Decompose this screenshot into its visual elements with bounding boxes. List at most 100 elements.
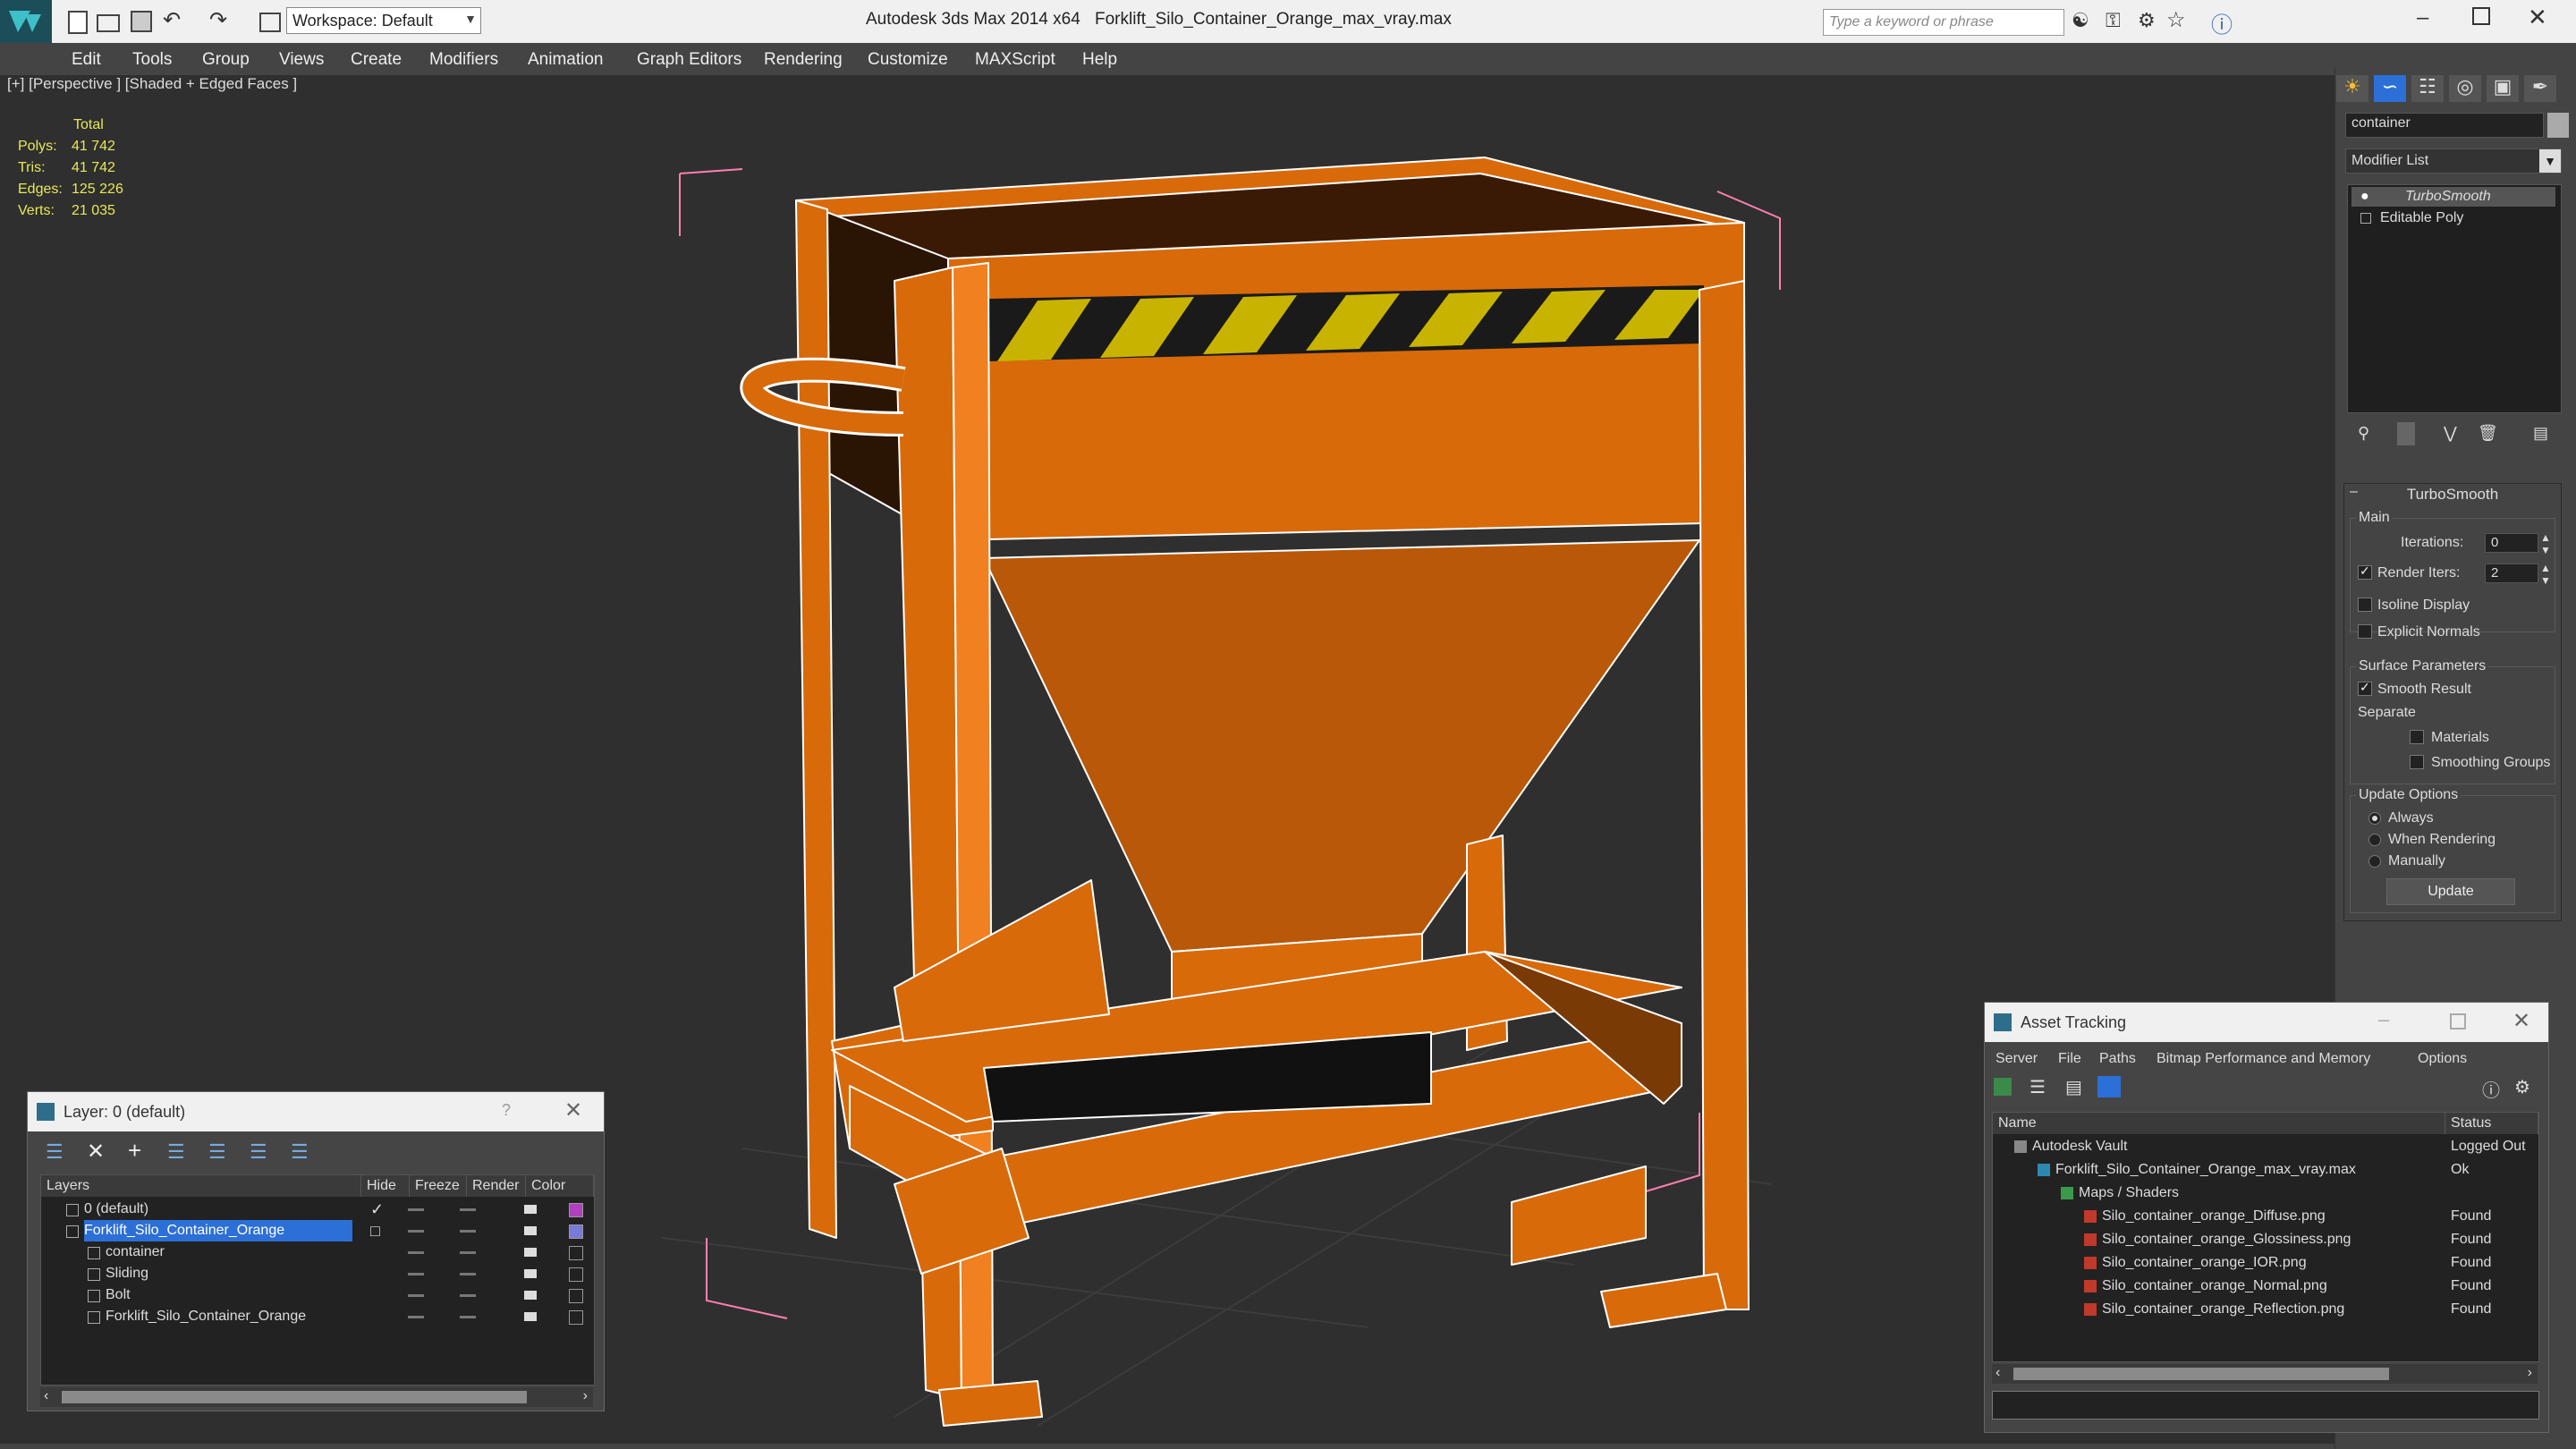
menu-views[interactable]: Views <box>279 50 324 70</box>
object-name-field[interactable]: container <box>2345 113 2544 138</box>
configure-modifier-sets-icon[interactable]: ▤ <box>2533 424 2548 443</box>
viewport-label[interactable]: [+] [Perspective ] [Shaded + Edged Faces… <box>7 75 297 93</box>
save-file-icon[interactable] <box>131 11 152 32</box>
when-rendering-radio[interactable] <box>2368 834 2381 846</box>
render-toggle[interactable] <box>524 1248 537 1257</box>
list-view-icon[interactable]: ☰ <box>2029 1076 2046 1098</box>
asset-horizontal-scrollbar[interactable]: ‹ › <box>1992 1364 2538 1384</box>
hold-icon[interactable] <box>259 13 281 32</box>
asset-row[interactable]: Silo_container_orange_Normal.png Found <box>1993 1275 2538 1297</box>
asset-window-title-bar[interactable]: Asset Tracking – ✕ <box>1985 1003 2548 1042</box>
scroll-thumb[interactable] <box>62 1391 527 1403</box>
hide-toggle[interactable] <box>408 1230 424 1233</box>
minimize-icon[interactable]: – <box>2378 1008 2389 1031</box>
layer-color-swatch[interactable] <box>569 1267 583 1282</box>
layer-row[interactable]: container <box>41 1241 594 1263</box>
isoline-display-checkbox[interactable] <box>2358 597 2372 612</box>
undo-icon[interactable]: ↶ <box>163 7 181 33</box>
spinner-arrows-icon[interactable]: ▲ ▼ <box>2540 562 2551 587</box>
modify-tab-icon[interactable]: ∽ <box>2374 75 2406 102</box>
close-icon[interactable]: ✕ <box>564 1097 582 1123</box>
hide-toggle[interactable] <box>408 1251 424 1254</box>
scroll-thumb[interactable] <box>2013 1368 2389 1380</box>
iterations-spinner[interactable]: 0 <box>2485 533 2538 553</box>
column-name[interactable]: Name <box>1993 1113 2445 1134</box>
asset-row[interactable]: Silo_container_orange_Diffuse.png Found <box>1993 1206 2538 1227</box>
column-render[interactable]: Render <box>467 1175 526 1197</box>
help-icon[interactable]: ? <box>502 1101 511 1120</box>
asset-row[interactable]: Forklift_Silo_Container_Orange_max_vray.… <box>1993 1159 2538 1181</box>
menu-graph-editors[interactable]: Graph Editors <box>637 50 741 70</box>
render-toggle[interactable] <box>524 1291 537 1300</box>
scroll-left-icon[interactable]: ‹ <box>1996 1365 2000 1381</box>
freeze-all-layers-icon[interactable]: ☰ <box>291 1140 309 1164</box>
column-hide[interactable]: Hide <box>361 1175 410 1197</box>
stack-item-editable-poly[interactable]: Editable Poly <box>2351 208 2555 228</box>
layer-row[interactable]: Bolt <box>41 1284 594 1306</box>
tools-icon[interactable]: ⚙ <box>2138 9 2156 32</box>
layer-color-swatch[interactable] <box>569 1310 583 1325</box>
scroll-left-icon[interactable]: ‹ <box>44 1388 48 1404</box>
active-layer-check-icon[interactable]: ✓ <box>370 1199 384 1220</box>
menu-modifiers[interactable]: Modifiers <box>429 50 498 70</box>
asset-menu-paths[interactable]: Paths <box>2099 1051 2136 1067</box>
layer-window-title-bar[interactable]: Layer: 0 (default) ? ✕ <box>28 1092 604 1131</box>
render-iters-checkbox[interactable] <box>2358 564 2372 580</box>
detail-view-icon[interactable]: ▤ <box>2065 1076 2082 1098</box>
asset-row[interactable]: Silo_container_orange_IOR.png Found <box>1993 1252 2538 1274</box>
hierarchy-tab-icon[interactable]: ☷ <box>2411 75 2444 102</box>
freeze-toggle[interactable] <box>460 1294 476 1297</box>
render-toggle[interactable] <box>524 1269 537 1278</box>
minimize-icon[interactable]: – <box>2417 5 2428 30</box>
spinner-arrows-icon[interactable]: ▲ ▼ <box>2540 531 2551 556</box>
smoothing-groups-checkbox[interactable] <box>2410 755 2424 769</box>
utilities-tab-icon[interactable]: ✒ <box>2524 75 2556 102</box>
layer-color-swatch[interactable] <box>569 1203 583 1217</box>
scroll-right-icon[interactable]: › <box>2528 1365 2532 1381</box>
layer-row[interactable]: Forklift_Silo_Container_Orange <box>41 1306 594 1327</box>
help-icon[interactable]: ⓘ <box>2211 7 2233 38</box>
menu-group[interactable]: Group <box>202 50 250 70</box>
search-input[interactable]: Type a keyword or phrase <box>1823 9 2064 36</box>
close-icon[interactable]: ✕ <box>2528 4 2547 31</box>
render-toggle[interactable] <box>524 1312 537 1321</box>
asset-row[interactable]: Maps / Shaders <box>1993 1182 2538 1204</box>
binoculars-icon[interactable]: ☯ <box>2072 9 2089 32</box>
freeze-toggle[interactable] <box>460 1230 476 1233</box>
rollout-title[interactable]: TurboSmooth <box>2344 486 2561 504</box>
freeze-toggle[interactable] <box>460 1251 476 1254</box>
motion-tab-icon[interactable]: ◎ <box>2449 75 2481 102</box>
layer-state-box[interactable]: □ <box>370 1220 380 1241</box>
menu-rendering[interactable]: Rendering <box>764 50 843 70</box>
select-objects-icon[interactable]: ☰ <box>167 1140 185 1164</box>
hide-toggle[interactable] <box>408 1208 424 1211</box>
hide-toggle[interactable] <box>408 1273 424 1275</box>
stack-item-turbosmooth[interactable]: ● TurboSmooth <box>2351 187 2555 207</box>
asset-menu-options[interactable]: Options <box>2418 1051 2467 1067</box>
asset-menu-server[interactable]: Server <box>1996 1051 2038 1067</box>
show-end-result-icon[interactable] <box>2397 422 2415 445</box>
add-to-layer-icon[interactable]: + <box>128 1137 141 1165</box>
explicit-normals-checkbox[interactable] <box>2358 624 2372 639</box>
menu-help[interactable]: Help <box>1082 50 1117 70</box>
table-view-icon[interactable] <box>2097 1076 2121 1097</box>
app-logo-icon[interactable] <box>0 0 52 43</box>
menu-create[interactable]: Create <box>351 50 402 70</box>
hide-toggle[interactable] <box>408 1294 424 1297</box>
lightbulb-icon[interactable]: ● <box>2360 187 2369 207</box>
column-freeze[interactable]: Freeze <box>410 1175 467 1197</box>
menu-customize[interactable]: Customize <box>868 50 948 70</box>
layer-horizontal-scrollbar[interactable]: ‹ › <box>40 1387 593 1407</box>
redo-icon[interactable]: ↷ <box>209 7 227 33</box>
display-tab-icon[interactable]: ▣ <box>2487 75 2519 102</box>
highlight-layer-icon[interactable]: ☰ <box>208 1140 226 1164</box>
layer-color-swatch[interactable] <box>569 1246 583 1260</box>
render-toggle[interactable] <box>524 1205 537 1214</box>
freeze-toggle[interactable] <box>460 1208 476 1211</box>
asset-menu-file[interactable]: File <box>2058 1051 2081 1067</box>
workspace-select[interactable]: Workspace: Default ▼ <box>286 7 481 34</box>
asset-row[interactable]: Silo_container_orange_Glossiness.png Foun… <box>1993 1229 2538 1250</box>
asset-path-field[interactable] <box>1992 1391 2539 1419</box>
asset-row[interactable]: Autodesk Vault Logged Out <box>1993 1136 2538 1157</box>
hide-toggle[interactable] <box>408 1316 424 1318</box>
